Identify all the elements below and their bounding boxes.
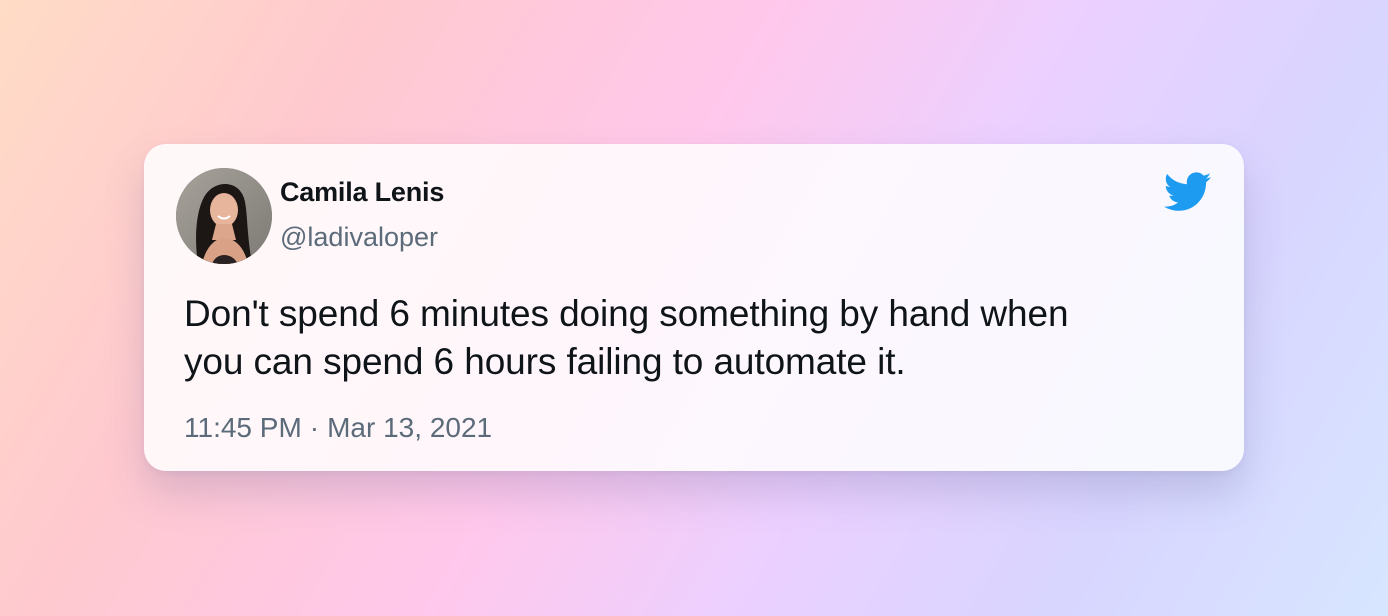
- tweet-card: Camila Lenis @ladivaloper Don't spend 6 …: [144, 144, 1244, 471]
- meta-separator: ·: [309, 412, 320, 443]
- tweet-text-line: you can spend 6 hours failing to automat…: [184, 341, 906, 382]
- tweet-text: Don't spend 6 minutes doing something by…: [184, 290, 1184, 386]
- author-name[interactable]: Camila Lenis: [280, 177, 444, 208]
- tweet-time: 11:45 PM: [184, 412, 302, 443]
- tweet-timestamp[interactable]: 11:45 PM · Mar 13, 2021: [184, 412, 492, 444]
- profile-photo-icon: [176, 168, 272, 264]
- twitter-bird-icon: [1163, 172, 1212, 214]
- tweet-date: Mar 13, 2021: [327, 412, 493, 443]
- avatar[interactable]: [176, 168, 272, 264]
- tweet-text-line: Don't spend 6 minutes doing something by…: [184, 293, 1069, 334]
- author-handle[interactable]: @ladivaloper: [280, 222, 438, 253]
